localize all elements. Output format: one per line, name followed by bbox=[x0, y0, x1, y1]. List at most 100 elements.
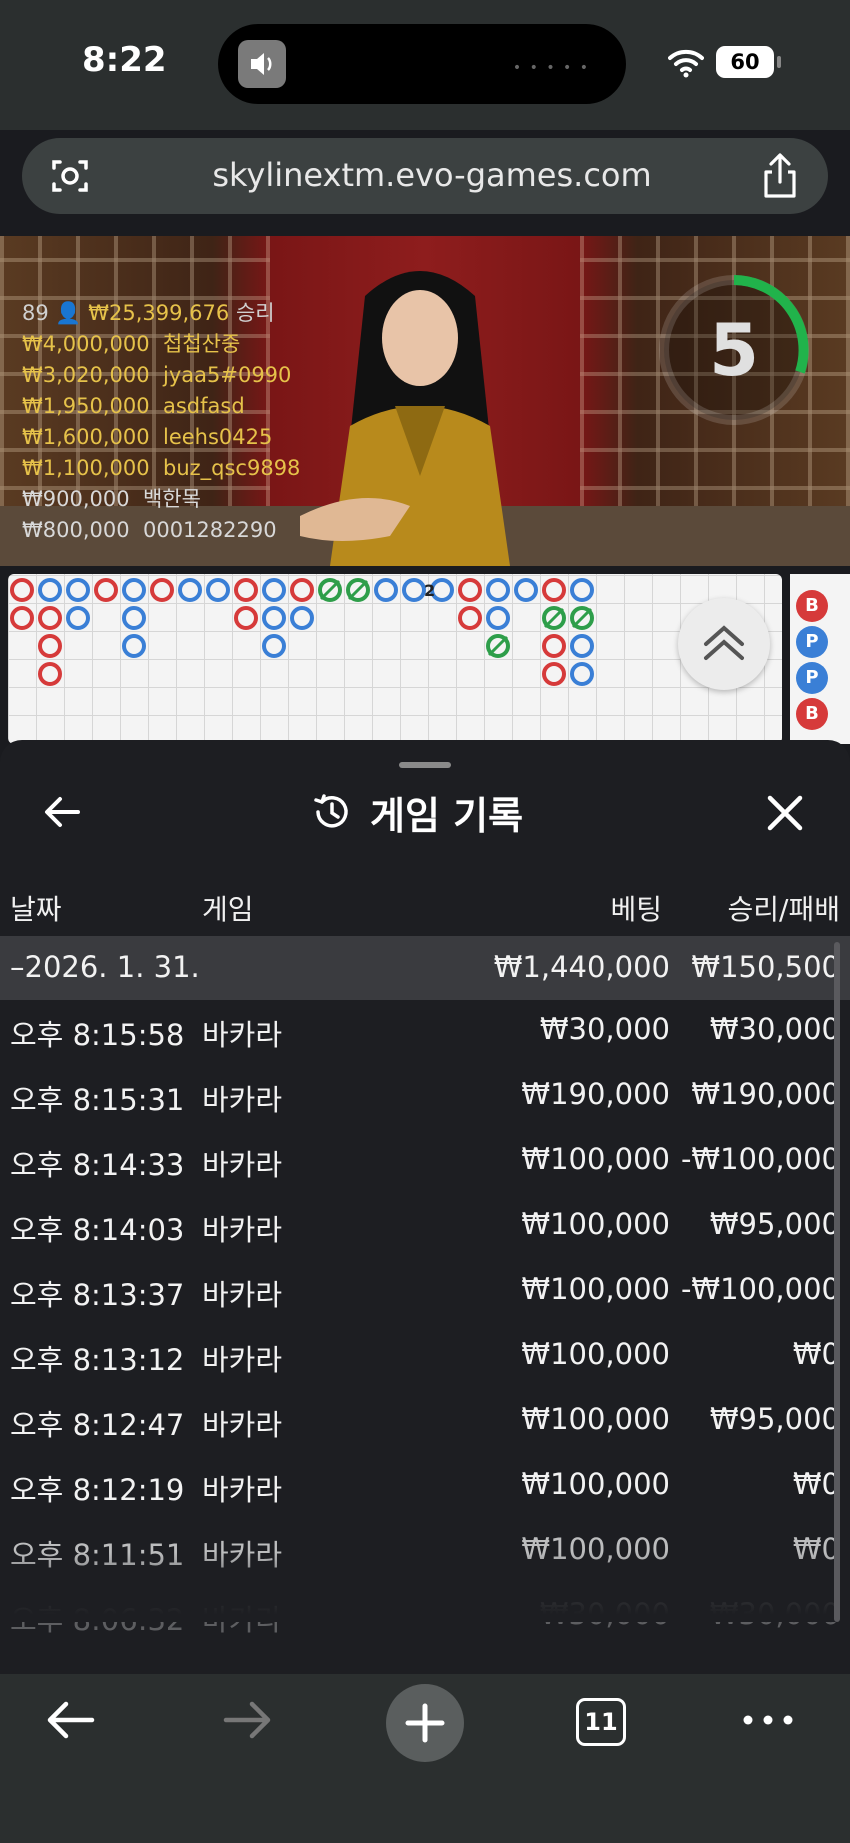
browser-back-icon[interactable] bbox=[40, 1690, 100, 1750]
player-name: asdfasd bbox=[163, 394, 245, 418]
column-header-result[interactable]: 승리/패배 bbox=[700, 888, 840, 928]
game-history-panel: 게임 기록 날짜 게임 베팅 승리/패배 –2026. 1. 31. ₩1,44… bbox=[0, 740, 850, 1674]
player-name: buz_qsc9898 bbox=[163, 456, 301, 480]
row-bet: ₩190,000 bbox=[521, 1077, 670, 1111]
battery-indicator: 60 bbox=[716, 46, 781, 78]
banker-bead: B bbox=[796, 698, 828, 730]
collapse-button[interactable] bbox=[678, 598, 770, 690]
banker-ring bbox=[458, 578, 482, 602]
banker-ring bbox=[10, 606, 34, 630]
share-icon[interactable] bbox=[758, 152, 802, 200]
banker-ring bbox=[458, 606, 482, 630]
leaderboard-header: 89 👤 ₩25,399,676 승리 bbox=[22, 298, 300, 329]
row-game: 바카라 bbox=[202, 1343, 283, 1377]
player-bead: P bbox=[796, 626, 828, 658]
player-ring bbox=[402, 578, 426, 602]
player-ring bbox=[570, 578, 594, 602]
banker-ring bbox=[234, 606, 258, 630]
drag-handle[interactable] bbox=[399, 762, 451, 768]
chevron-up-icon bbox=[704, 625, 744, 660]
day-summary-row[interactable]: –2026. 1. 31. ₩1,440,000 ₩150,500 bbox=[0, 936, 850, 1000]
row-time: 오후 8:12:47 bbox=[10, 1408, 185, 1442]
more-icon[interactable] bbox=[738, 1690, 798, 1750]
player-name: 백한목 bbox=[142, 487, 201, 511]
address-bar[interactable]: skylinextm.evo-games.com bbox=[22, 138, 828, 214]
player-ring bbox=[374, 578, 398, 602]
plus-icon bbox=[405, 1703, 445, 1743]
banker-ring bbox=[38, 662, 62, 686]
new-tab-button[interactable] bbox=[386, 1684, 464, 1762]
player-ring bbox=[262, 634, 286, 658]
banker-ring bbox=[290, 578, 314, 602]
back-arrow-icon[interactable] bbox=[36, 786, 88, 838]
banker-ring bbox=[10, 578, 34, 602]
row-game: 바카라 bbox=[202, 1473, 283, 1507]
dealer-figure bbox=[300, 271, 510, 566]
row-time: 오후 8:13:37 bbox=[10, 1278, 185, 1312]
bet-leaderboard: 89 👤 ₩25,399,676 승리 ₩4,000,000 첩첩산중 ₩3,02… bbox=[22, 298, 300, 546]
banker-ring bbox=[542, 662, 566, 686]
leaderboard-entry: ₩1,950,000 asdfasd bbox=[22, 391, 300, 422]
activity-dots-icon: • • • • • bbox=[512, 60, 590, 76]
bet-amount: ₩1,100,000 bbox=[22, 456, 150, 480]
bet-amount: ₩4,000,000 bbox=[22, 332, 150, 356]
banker-ring bbox=[38, 634, 62, 658]
bead-road: 2 bbox=[8, 574, 782, 744]
bet-amount: ₩3,020,000 bbox=[22, 363, 150, 387]
banker-bead: B bbox=[796, 590, 828, 622]
browser-forward-icon[interactable] bbox=[218, 1690, 278, 1750]
player-ring bbox=[66, 606, 90, 630]
scrollbar[interactable] bbox=[834, 942, 840, 1622]
banker-ring bbox=[234, 578, 258, 602]
row-bet: ₩100,000 bbox=[521, 1402, 670, 1436]
close-icon[interactable] bbox=[760, 788, 810, 838]
url-text[interactable]: skylinextm.evo-games.com bbox=[132, 156, 732, 194]
row-result: -₩100,000 bbox=[680, 1142, 840, 1176]
column-header-game[interactable]: 게임 bbox=[202, 888, 254, 928]
leaderboard-entry: ₩3,020,000 jyaa5#0990 bbox=[22, 360, 300, 391]
day-date: –2026. 1. 31. bbox=[10, 950, 200, 984]
row-result: -₩100,000 bbox=[680, 1272, 840, 1306]
total-label: 승리 bbox=[235, 301, 275, 325]
player-name: leehs0425 bbox=[163, 425, 273, 449]
row-game: 바카라 bbox=[202, 1278, 283, 1312]
player-name: 첩첩산중 bbox=[163, 332, 241, 356]
banker-ring bbox=[38, 606, 62, 630]
row-result: ₩95,000 bbox=[709, 1402, 840, 1436]
column-header-date[interactable]: 날짜 bbox=[10, 888, 62, 928]
roadmap-grid: 2 bbox=[10, 578, 594, 686]
row-game: 바카라 bbox=[202, 1213, 283, 1247]
clock: 8:22 bbox=[82, 40, 167, 80]
leaderboard-entry: ₩800,000 0001282290 bbox=[22, 515, 300, 546]
banker-ring bbox=[94, 578, 118, 602]
camera-lens-icon[interactable] bbox=[48, 154, 92, 198]
player-ring bbox=[290, 606, 314, 630]
banker-ring bbox=[542, 578, 566, 602]
row-game: 바카라 bbox=[202, 1018, 283, 1052]
row-result: ₩30,000 bbox=[709, 1012, 840, 1046]
day-total-bet: ₩1,440,000 bbox=[493, 950, 670, 984]
player-ring bbox=[206, 578, 230, 602]
person-icon: 👤 bbox=[55, 301, 82, 325]
bet-amount: ₩900,000 bbox=[22, 487, 130, 511]
list-fade-overlay bbox=[0, 1552, 850, 1622]
row-time: 오후 8:15:58 bbox=[10, 1018, 185, 1052]
column-header-bet[interactable]: 베팅 bbox=[560, 888, 662, 928]
banker-ring bbox=[542, 634, 566, 658]
row-bet: ₩100,000 bbox=[521, 1142, 670, 1176]
leaderboard-entry: ₩900,000 백한목 bbox=[22, 484, 300, 515]
player-ring bbox=[122, 634, 146, 658]
bet-amount: ₩800,000 bbox=[22, 518, 130, 542]
player-ring bbox=[486, 578, 510, 602]
row-time: 오후 8:13:12 bbox=[10, 1343, 185, 1377]
dynamic-island: • • • • • bbox=[218, 24, 626, 104]
row-bet: ₩100,000 bbox=[521, 1337, 670, 1371]
leaderboard-entry: ₩4,000,000 첩첩산중 bbox=[22, 329, 300, 360]
player-ring bbox=[486, 606, 510, 630]
player-ring bbox=[178, 578, 202, 602]
row-bet: ₩100,000 bbox=[521, 1467, 670, 1501]
row-result: ₩0 bbox=[792, 1467, 840, 1501]
panel-title-text: 게임 기록 bbox=[370, 793, 524, 838]
round-timer: 5 bbox=[652, 268, 816, 432]
tabs-button[interactable]: 11 bbox=[576, 1698, 626, 1746]
